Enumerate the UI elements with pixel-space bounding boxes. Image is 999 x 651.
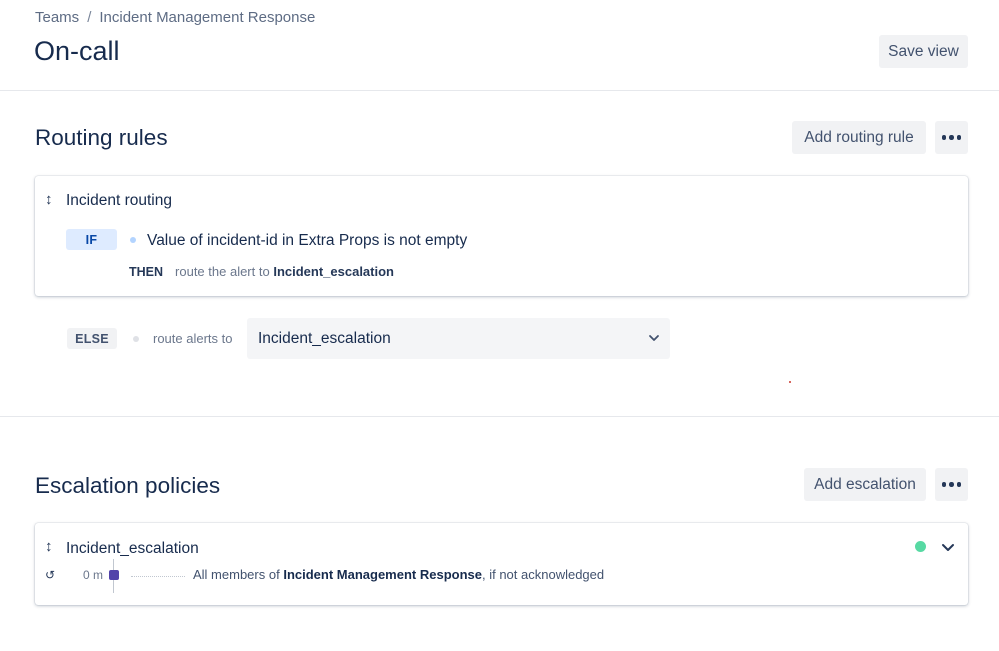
- add-routing-rule-button[interactable]: Add routing rule: [792, 121, 926, 154]
- routing-rule-title: Incident routing: [66, 192, 172, 209]
- escalation-more-button[interactable]: [935, 468, 968, 501]
- then-text: route the alert to: [175, 264, 270, 279]
- routing-more-button[interactable]: [935, 121, 968, 154]
- routing-rules-title: Routing rules: [35, 125, 168, 150]
- repeat-icon: ↺: [45, 568, 56, 582]
- status-indicator-icon: [915, 541, 926, 552]
- breadcrumb: Teams / Incident Management Response: [35, 9, 315, 26]
- step-time: 0 m: [83, 568, 104, 582]
- page-title: On-call: [34, 36, 120, 66]
- drag-handle-icon[interactable]: ↕: [45, 538, 53, 555]
- escalation-policy-title: Incident_escalation: [66, 540, 199, 557]
- header-divider: [0, 90, 999, 91]
- escalation-step-text: All members of Incident Management Respo…: [193, 567, 604, 582]
- else-bullet-icon: [133, 336, 139, 342]
- add-escalation-button[interactable]: Add escalation: [804, 468, 926, 501]
- breadcrumb-team-name[interactable]: Incident Management Response: [99, 9, 315, 26]
- then-target: Incident_escalation: [273, 264, 394, 279]
- step-team[interactable]: Incident Management Response: [283, 567, 482, 582]
- condition-bullet-icon: [130, 237, 136, 243]
- drag-handle-icon[interactable]: ↕: [45, 191, 53, 208]
- else-tag: ELSE: [67, 328, 117, 349]
- else-text: route alerts to: [153, 331, 233, 346]
- ellipsis-icon: [941, 482, 947, 487]
- if-tag: IF: [66, 229, 117, 250]
- routing-rule-card: ↕ Incident routing IF Value of incident-…: [35, 176, 968, 296]
- then-tag: THEN: [129, 265, 164, 279]
- timeline-connector: [131, 576, 185, 577]
- then-row: THEN route the alert to Incident_escalat…: [129, 264, 394, 279]
- breadcrumb-separator: /: [87, 9, 92, 26]
- timeline-step-marker: [109, 570, 119, 580]
- ellipsis-icon: [941, 135, 947, 140]
- else-target-select[interactable]: Incident_escalation: [247, 318, 670, 359]
- stray-marker: [789, 381, 791, 383]
- step-prefix: All members of: [193, 567, 280, 582]
- chevron-down-icon: [649, 335, 659, 341]
- breadcrumb-teams[interactable]: Teams: [35, 9, 79, 26]
- routing-condition: Value of incident-id in Extra Props is n…: [147, 232, 468, 249]
- section-divider: [0, 416, 999, 417]
- save-view-button[interactable]: Save view: [879, 35, 968, 68]
- chevron-down-icon[interactable]: [940, 539, 956, 555]
- else-target-value: Incident_escalation: [258, 329, 391, 347]
- escalation-policies-title: Escalation policies: [35, 473, 221, 498]
- escalation-policy-card: ↕ Incident_escalation ↺ 0 m All members …: [35, 523, 968, 605]
- step-suffix: , if not acknowledged: [481, 567, 605, 582]
